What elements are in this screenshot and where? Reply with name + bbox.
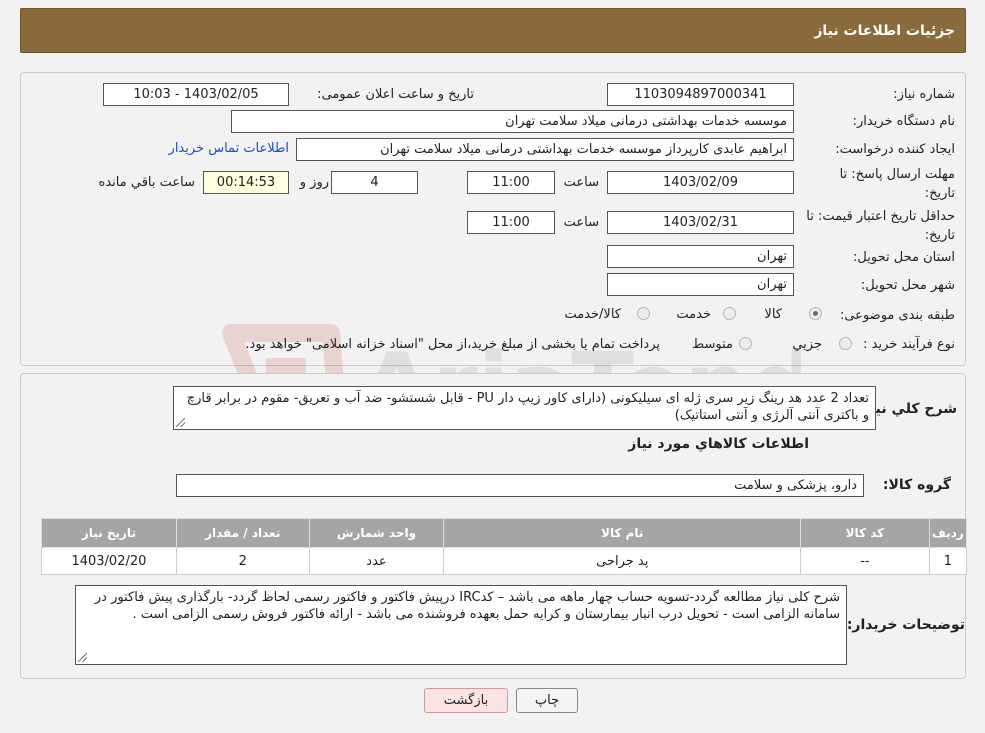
category-option-goods: کالا: [764, 307, 782, 322]
goods-group-field: دارو، پزشکی و سلامت: [176, 474, 864, 497]
requester-label: ایجاد کننده درخواست:: [835, 142, 955, 157]
buyer-contact-link[interactable]: اطلاعات تماس خریدار: [169, 141, 289, 156]
col-quantity: تعداد / مقدار: [175, 518, 310, 548]
process-radio-medium[interactable]: [739, 337, 752, 350]
need-number-label: شماره نیاز:: [893, 87, 955, 102]
category-radio-goods[interactable]: [809, 307, 822, 320]
process-note: پرداخت تمام یا بخشی از مبلغ خرید،از محل …: [245, 337, 660, 352]
province-field: تهران: [607, 245, 794, 268]
deadline-time-label: ساعت: [563, 175, 599, 190]
buyer-notes-text: شرح کلی نیاز مطالعه گردد-تسویه حساب چهار…: [94, 590, 840, 622]
category-radio-goods-service[interactable]: [637, 307, 650, 320]
announce-date-field: 1403/02/05 - 10:03: [103, 83, 289, 106]
buyer-org-label: نام دستگاه خریدار:: [852, 114, 955, 129]
validity-time-label: ساعت: [563, 215, 599, 230]
cell-quantity: 2: [175, 547, 310, 575]
category-radio-service[interactable]: [723, 307, 736, 320]
resize-handle-icon[interactable]: [176, 418, 185, 427]
goods-table-header: رديف کد کالا نام کالا واحد شمارش تعداد /…: [41, 518, 968, 548]
validity-label: حداقل تاریخ اعتبار قیمت: تا تاریخ:: [806, 209, 955, 243]
print-button[interactable]: چاپ: [516, 688, 578, 713]
process-option-medium: متوسط: [692, 337, 733, 352]
province-label: استان محل تحویل:: [853, 250, 955, 265]
buyer-notes-label: توضیحات خریدار:: [846, 617, 965, 633]
details-panel: شرح کلي نياز: تعداد 2 عدد هد رینگ زیر سر…: [20, 373, 968, 679]
time-remaining-field: 00:14:53: [203, 171, 289, 194]
cell-unit: عدد: [308, 547, 445, 575]
cell-need-date: 1403/02/20: [41, 547, 177, 575]
info-panel: AriaTender.neT شماره نیاز: 1103094897000…: [20, 72, 966, 442]
col-code: کد کالا: [800, 518, 930, 548]
buyer-org-field: موسسه خدمات بهداشتی درمانی میلاد سلامت ت…: [231, 110, 794, 133]
announce-date-label: تاریخ و ساعت اعلان عمومی:: [317, 87, 474, 102]
city-field: تهران: [607, 273, 794, 296]
cell-row: 1: [928, 547, 968, 575]
city-label: شهر محل تحویل:: [860, 278, 955, 293]
table-row: 1 -- پد جراحی عدد 2 1403/02/20: [41, 547, 968, 575]
process-radio-minor[interactable]: [839, 337, 852, 350]
description-textarea: تعداد 2 عدد هد رینگ زیر سری ژله ای سیلیک…: [173, 386, 876, 430]
col-name: نام کالا: [443, 518, 802, 548]
category-label: طبقه بندی موضوعی:: [839, 308, 955, 323]
goods-section-title: اطلاعات کالاهاي مورد نياز: [628, 436, 809, 452]
time-remaining-label: ساعت باقي مانده: [98, 175, 195, 190]
deadline-date-field: 1403/02/09: [607, 171, 794, 194]
goods-table: رديف کد کالا نام کالا واحد شمارش تعداد /…: [41, 518, 968, 575]
validity-date-field: 1403/02/31: [607, 211, 794, 234]
requester-field: ابراهیم عابدی کارپرداز موسسه خدمات بهداش…: [296, 138, 794, 161]
goods-group-label: گروه کالا:: [882, 477, 951, 493]
process-label: نوع فرآیند خرید :: [863, 337, 955, 352]
col-row: رديف: [928, 518, 968, 548]
page-title: جزئیات اطلاعات نیاز: [814, 23, 955, 39]
category-option-service: خدمت: [676, 307, 711, 322]
validity-time-field: 11:00: [467, 211, 555, 234]
category-option-goods-service: کالا/خدمت: [564, 307, 621, 322]
process-option-minor: جزیي: [792, 337, 822, 352]
page-header: جزئیات اطلاعات نیاز: [20, 8, 966, 53]
description-text: تعداد 2 عدد هد رینگ زیر سری ژله ای سیلیک…: [186, 391, 869, 423]
cell-code: --: [800, 547, 930, 575]
buyer-notes-textarea: شرح کلی نیاز مطالعه گردد-تسویه حساب چهار…: [75, 585, 847, 665]
deadline-time-field: 11:00: [467, 171, 555, 194]
resize-handle-icon[interactable]: [78, 653, 87, 662]
col-unit: واحد شمارش: [308, 518, 445, 548]
days-remaining-field: 4: [331, 171, 418, 194]
deadline-label: مهلت ارسال پاسخ: تا تاریخ:: [839, 167, 955, 201]
cell-name: پد جراحی: [443, 547, 802, 575]
col-need-date: تاریخ نیاز: [41, 518, 177, 548]
days-label: روز و: [299, 175, 329, 190]
back-button[interactable]: بازگشت: [424, 688, 508, 713]
need-number-field: 1103094897000341: [607, 83, 794, 106]
